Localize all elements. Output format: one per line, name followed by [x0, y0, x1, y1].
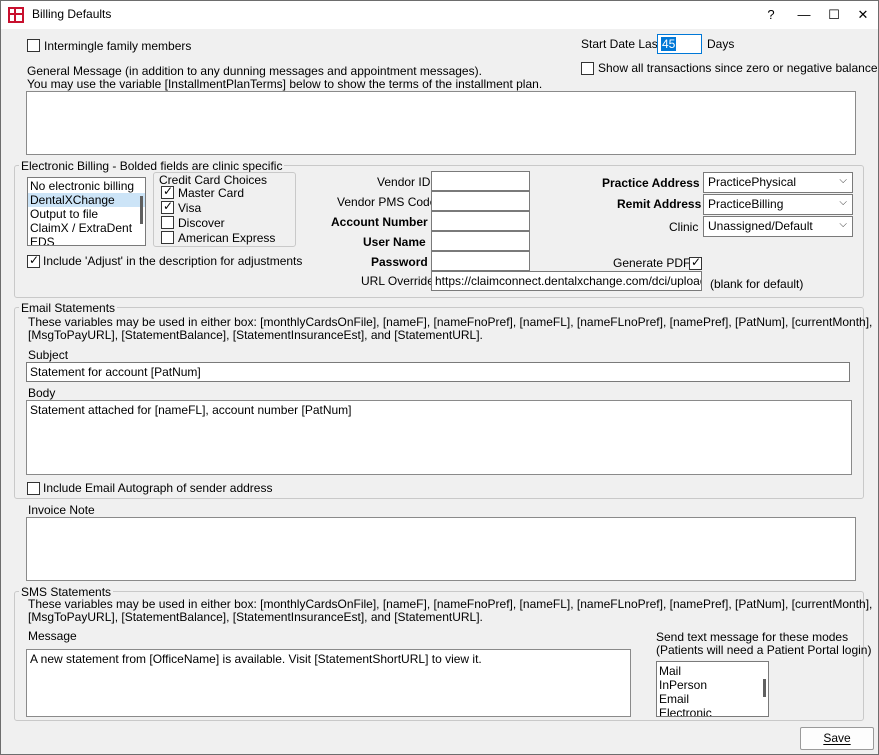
practice-address-select[interactable]: PracticePhysical ⌵ [703, 172, 853, 193]
amex-label: American Express [178, 231, 276, 245]
remit-address-label: Remit Address [617, 197, 702, 211]
title-bar: Billing Defaults ? — ☐ ✕ [1, 1, 878, 29]
listbox-scrollbar[interactable] [763, 679, 766, 697]
billing-defaults-window: Billing Defaults ? — ☐ ✕ Intermingle fam… [0, 0, 879, 755]
subject-input[interactable]: Statement for account [PatNum] [26, 362, 850, 382]
electronic-billing-listbox[interactable]: No electronic billing DentalXChange Outp… [27, 177, 146, 246]
sms-variables-line1: These variables may be used in either bo… [28, 597, 873, 611]
include-adjust-label: Include 'Adjust' in the description for … [43, 254, 303, 268]
clinic-select[interactable]: Unassigned/Default ⌵ [703, 216, 853, 237]
user-name-label: User Name [363, 235, 426, 249]
chevron-down-icon: ⌵ [839, 175, 847, 186]
general-message-textarea[interactable] [26, 91, 856, 155]
body-textarea[interactable]: Statement attached for [nameFL], account… [26, 400, 852, 475]
start-date-value: 45 [661, 37, 677, 51]
practice-address-value: PracticePhysical [708, 175, 797, 189]
close-button[interactable]: ✕ [848, 1, 878, 29]
url-override-label: URL Override [361, 274, 434, 288]
message-label: Message [28, 629, 77, 643]
list-item[interactable]: ClaimX / ExtraDent [28, 221, 145, 235]
blank-default-label: (blank for default) [710, 277, 804, 291]
clinic-label: Clinic [669, 220, 699, 234]
email-variables-line1: These variables may be used in either bo… [28, 315, 873, 329]
mastercard-checkbox[interactable] [161, 184, 174, 199]
list-item[interactable]: DentalXChange [28, 193, 145, 207]
autograph-label: Include Email Autograph of sender addres… [43, 481, 273, 495]
generate-pdf-checkbox[interactable] [689, 255, 702, 270]
email-variables-line2: [MsgToPayURL], [StatementBalance], [Stat… [28, 328, 483, 342]
save-button-label: Save [823, 731, 851, 745]
intermingle-checkbox[interactable] [27, 39, 40, 52]
message-textarea[interactable]: A new statement from [OfficeName] is ava… [26, 649, 631, 717]
account-number-input[interactable] [431, 211, 530, 231]
email-statements-title: Email Statements [19, 301, 118, 315]
clinic-value: Unassigned/Default [708, 219, 813, 233]
mastercard-label: Master Card [178, 186, 245, 200]
vendor-pms-label: Vendor PMS Code [337, 195, 437, 209]
visa-label: Visa [178, 201, 202, 215]
remit-address-select[interactable]: PracticeBilling ⌵ [703, 194, 853, 215]
list-item[interactable]: InPerson [657, 678, 768, 692]
remit-address-value: PracticeBilling [708, 197, 784, 211]
listbox-scrollbar[interactable] [140, 196, 143, 224]
show-all-checkbox[interactable] [581, 62, 594, 75]
amex-checkbox[interactable] [161, 231, 174, 244]
app-grid-icon [8, 7, 24, 23]
autograph-checkbox[interactable] [27, 482, 40, 495]
url-override-input[interactable]: https://claimconnect.dentalxchange.com/d… [431, 271, 702, 291]
account-number-label: Account Number [331, 215, 428, 229]
list-item[interactable]: No electronic billing [28, 179, 145, 193]
start-date-label: Start Date Last [581, 37, 662, 51]
show-all-label: Show all transactions since zero or nega… [598, 61, 878, 75]
password-input[interactable] [431, 251, 530, 271]
maximize-button[interactable]: ☐ [819, 1, 849, 29]
start-date-input[interactable]: 45 [657, 34, 702, 54]
include-adjust-checkbox[interactable] [27, 253, 40, 268]
credit-card-title: Credit Card Choices [159, 173, 268, 187]
sms-modes-listbox[interactable]: Mail InPerson Email Electronic [656, 661, 769, 717]
list-item[interactable]: Mail [657, 664, 768, 678]
discover-checkbox[interactable] [161, 216, 174, 229]
body-label: Body [28, 386, 56, 400]
electronic-billing-title: Electronic Billing - Bolded fields are c… [19, 159, 285, 173]
vendor-id-input[interactable] [431, 171, 530, 191]
subject-label: Subject [28, 348, 69, 362]
list-item[interactable]: EDS [28, 235, 145, 245]
generate-pdf-label: Generate PDF [613, 256, 691, 270]
discover-label: Discover [178, 216, 225, 230]
invoice-note-textarea[interactable] [26, 517, 856, 581]
invoice-note-label: Invoice Note [28, 503, 95, 517]
list-item[interactable]: Output to file [28, 207, 145, 221]
chevron-down-icon: ⌵ [839, 219, 847, 230]
list-item[interactable]: Email [657, 692, 768, 706]
days-label: Days [707, 37, 735, 51]
minimize-button[interactable]: — [789, 1, 819, 29]
intermingle-label: Intermingle family members [44, 39, 192, 53]
modes-label-line1: Send text message for these modes [656, 630, 849, 644]
chevron-down-icon: ⌵ [839, 197, 847, 208]
modes-label-line2: (Patients will need a Patient Portal log… [656, 643, 872, 657]
general-message-hint: You may use the variable [InstallmentPla… [27, 77, 543, 91]
general-message-label: General Message (in addition to any dunn… [27, 64, 482, 78]
password-label: Password [371, 255, 428, 269]
practice-address-label: Practice Address [602, 176, 700, 190]
vendor-pms-input[interactable] [431, 191, 530, 211]
window-title: Billing Defaults [32, 7, 112, 21]
save-button[interactable]: Save [800, 727, 874, 750]
vendor-id-label: Vendor ID [377, 175, 431, 189]
sms-variables-line2: [MsgToPayURL], [StatementBalance], [Stat… [28, 610, 483, 624]
visa-checkbox[interactable] [161, 199, 174, 214]
help-button[interactable]: ? [756, 1, 786, 29]
user-name-input[interactable] [431, 231, 530, 251]
list-item[interactable]: Electronic [657, 706, 768, 716]
